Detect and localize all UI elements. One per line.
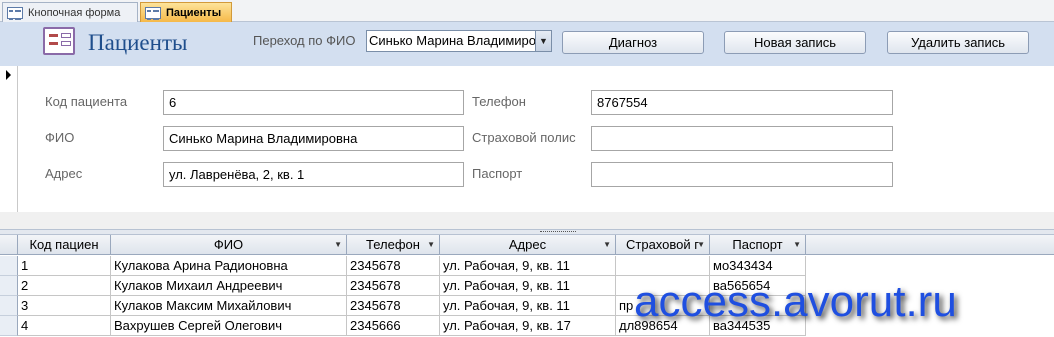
cell-insurance[interactable] — [616, 256, 710, 276]
column-header-passport[interactable]: Паспорт ▼ — [710, 235, 806, 255]
cell-address[interactable]: ул. Рабочая, 9, кв. 11 — [440, 296, 616, 316]
form-header: Пациенты Переход по ФИО Синько Марина Вл… — [0, 22, 1054, 66]
tab-patients[interactable]: Пациенты — [140, 2, 232, 22]
column-header-label: Страховой г — [626, 237, 699, 252]
row-selector[interactable] — [0, 296, 18, 316]
cell-fio[interactable]: Вахрушев Сергей Олегович — [111, 316, 347, 336]
watermark-text: access.avorut.ru — [634, 277, 957, 326]
fio-navigation-combo[interactable]: Синько Марина Владимировна ▼ — [366, 30, 552, 52]
sort-arrow-icon[interactable]: ▼ — [793, 235, 801, 255]
cell-phone[interactable]: 2345666 — [347, 316, 440, 336]
cell-address[interactable]: ул. Рабочая, 9, кв. 11 — [440, 276, 616, 296]
new-record-button[interactable]: Новая запись — [724, 31, 866, 54]
tab-label: Кнопочная форма — [28, 6, 121, 19]
column-header-phone[interactable]: Телефон ▼ — [347, 235, 440, 255]
patient-code-field[interactable]: 6 — [163, 90, 464, 115]
cell-code[interactable]: 3 — [18, 296, 111, 316]
cell-address[interactable]: ул. Рабочая, 9, кв. 17 — [440, 316, 616, 336]
form-icon — [145, 6, 161, 20]
cell-phone[interactable]: 2345678 — [347, 276, 440, 296]
record-selector[interactable] — [0, 66, 18, 212]
cell-fio[interactable]: Кулаков Максим Михайлович — [111, 296, 347, 316]
combo-value: Синько Марина Владимировна — [369, 33, 552, 48]
row-selector[interactable] — [0, 256, 18, 276]
row-selector[interactable] — [0, 276, 18, 296]
table-row[interactable]: 1 Кулакова Арина Радионовна 2345678 ул. … — [0, 256, 1054, 276]
cell-code[interactable]: 4 — [18, 316, 111, 336]
cell-fio[interactable]: Кулакова Арина Радионовна — [111, 256, 347, 276]
cell-passport[interactable]: мо343434 — [710, 256, 806, 276]
select-all-corner[interactable] — [0, 235, 18, 255]
insurance-label: Страховой полис — [472, 130, 576, 145]
chevron-down-icon[interactable]: ▼ — [535, 31, 551, 51]
datasheet-header: Код пациен ФИО ▼ Телефон ▼ Адрес ▼ Страх… — [0, 235, 1054, 255]
form-detail: Код пациента 6 ФИО Синько Марина Владими… — [0, 66, 1054, 212]
cell-code[interactable]: 2 — [18, 276, 111, 296]
cell-code[interactable]: 1 — [18, 256, 111, 276]
column-header-label: Код пациен — [29, 237, 99, 252]
cell-phone[interactable]: 2345678 — [347, 256, 440, 276]
splitter-grip-icon — [540, 231, 576, 233]
phone-field[interactable]: 8767554 — [591, 90, 893, 115]
sort-arrow-icon[interactable]: ▼ — [697, 235, 705, 255]
document-tab-bar: Кнопочная форма Пациенты — [0, 0, 1054, 22]
sort-arrow-icon[interactable]: ▼ — [603, 235, 611, 255]
page-title: Пациенты — [88, 30, 188, 55]
tab-label: Пациенты — [166, 6, 222, 19]
address-field[interactable]: ул. Лавренёва, 2, кв. 1 — [163, 162, 464, 187]
cell-fio[interactable]: Кулаков Михаил Андреевич — [111, 276, 347, 296]
cell-address[interactable]: ул. Рабочая, 9, кв. 11 — [440, 256, 616, 276]
passport-label: Паспорт — [472, 166, 523, 181]
column-header-label: ФИО — [213, 237, 244, 252]
insurance-field[interactable] — [591, 126, 893, 151]
form-detail-footer — [0, 212, 1054, 229]
fio-label: ФИО — [45, 130, 75, 145]
sort-arrow-icon[interactable]: ▼ — [427, 235, 435, 255]
tab-switchboard[interactable]: Кнопочная форма — [2, 2, 138, 22]
column-header-label: Телефон — [366, 237, 420, 252]
fio-field[interactable]: Синько Марина Владимировна — [163, 126, 464, 151]
form-icon — [7, 6, 23, 20]
column-header-label: Адрес — [508, 237, 547, 252]
cell-phone[interactable]: 2345678 — [347, 296, 440, 316]
passport-field[interactable] — [591, 162, 893, 187]
row-selector[interactable] — [0, 316, 18, 336]
address-label: Адрес — [45, 166, 83, 181]
nav-label: Переход по ФИО — [253, 33, 356, 48]
patient-code-label: Код пациента — [45, 94, 128, 109]
column-header-fio[interactable]: ФИО ▼ — [111, 235, 347, 255]
column-header-code[interactable]: Код пациен — [18, 235, 111, 255]
form-logo-icon — [43, 27, 75, 55]
phone-label: Телефон — [472, 94, 526, 109]
column-header-address[interactable]: Адрес ▼ — [440, 235, 616, 255]
column-header-label: Паспорт — [732, 237, 783, 252]
sort-arrow-icon[interactable]: ▼ — [334, 235, 342, 255]
column-header-insurance[interactable]: Страховой г ▼ — [616, 235, 710, 255]
current-record-arrow-icon — [6, 70, 11, 80]
delete-record-button[interactable]: Удалить запись — [887, 31, 1029, 54]
diagnosis-button[interactable]: Диагноз — [562, 31, 704, 54]
